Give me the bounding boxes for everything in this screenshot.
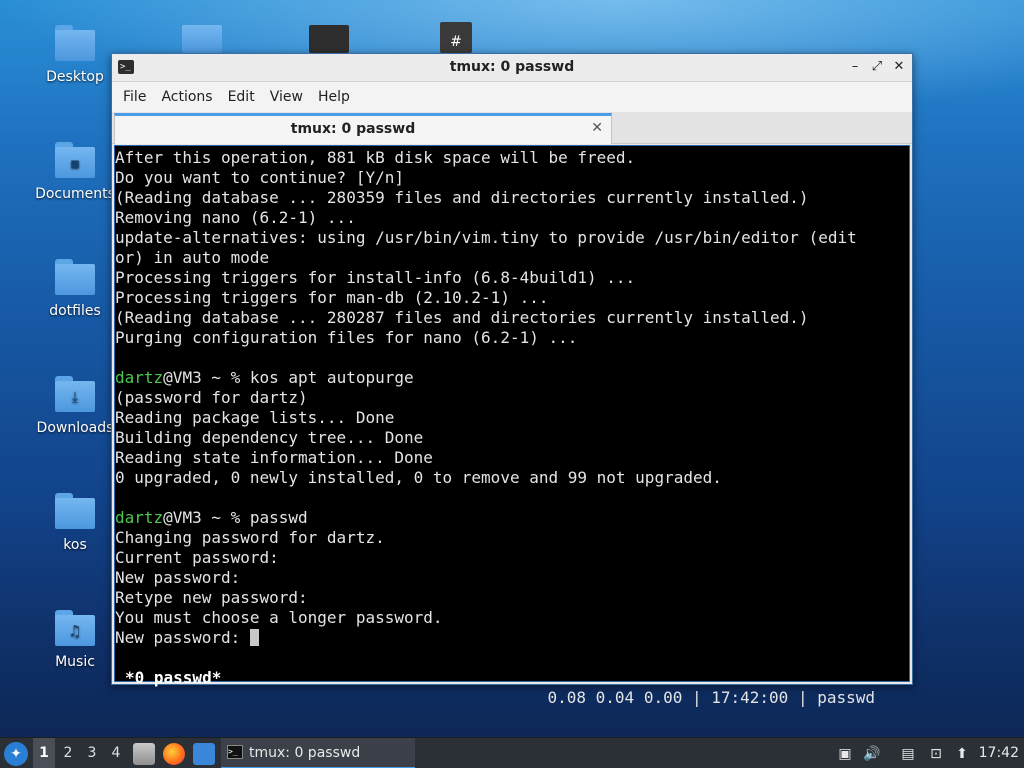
terminal-line: You must choose a longer password. [115,608,443,627]
terminal-line: Do you want to continue? [Y/n] [115,168,404,187]
prompt-user: dartz [115,508,164,527]
desktop-icon-terminal-partial[interactable] [309,25,349,53]
tab-close-icon[interactable]: ✕ [591,120,603,136]
terminal-line: Removing nano (6.2-1) ... [115,208,356,227]
desktop-icon-label: Desktop [46,69,104,85]
tab-label: tmux: 0 passwd [290,121,416,137]
terminal-prompt-line: dartz@VM3 ~ % passwd [115,508,857,528]
menubar: File Actions Edit View Help [112,82,912,112]
task-label: tmux: 0 passwd [249,745,361,761]
menu-view[interactable]: View [263,89,310,105]
terminal-line: Building dependency tree... Done [115,428,424,447]
prompt-command: @VM3 ~ % passwd [163,508,308,527]
menu-actions[interactable]: Actions [154,89,219,105]
folder-downloads-icon: ⤓ [55,376,95,412]
terminal-line: Processing triggers for man-db (2.10.2-1… [115,288,549,307]
desktop-icon-label: dotfiles [49,303,101,319]
terminal-line: After this operation, 881 kB disk space … [115,148,636,167]
folder-icon [55,493,95,529]
workspace-3[interactable]: 3 [81,738,103,768]
tab-bar: tmux: 0 passwd ✕ [112,112,912,144]
desktop-icon-pictures-partial[interactable] [182,25,222,53]
window-titlebar[interactable]: >_ tmux: 0 passwd – ⤢ ✕ [112,54,912,82]
updates-icon[interactable]: ⬆ [952,744,972,764]
clipboard-tray-icon[interactable]: ▣ [835,744,855,764]
terminal-line: update-alternatives: using /usr/bin/vim.… [115,228,857,247]
prompt-user: dartz [115,368,164,387]
menu-help[interactable]: Help [311,89,357,105]
file-manager-icon[interactable] [133,743,155,765]
terminal-task-icon: >_ [227,745,243,759]
desktop-icon-downloads[interactable]: ⤓ Downloads [30,376,120,436]
terminal-line: Reading state information... Done [115,448,433,467]
prompt-command: @VM3 ~ % kos apt autopurge [163,368,414,387]
terminal-line: (Reading database ... 280359 files and d… [115,188,809,207]
terminal-line: (Reading database ... 280287 files and d… [115,308,809,327]
desktop-icon-label: Music [55,654,95,670]
desktop-icon-label: Downloads [36,420,114,436]
workspace-1[interactable]: 1 [33,738,55,768]
firefox-icon[interactable] [163,743,185,765]
maximize-button[interactable]: ⤢ [868,58,886,76]
volume-icon[interactable]: 🔊 [862,744,882,764]
terminal-prompt-line: dartz@VM3 ~ % kos apt autopurge [115,368,857,388]
workspace-4[interactable]: 4 [105,738,127,768]
terminal-line: Processing triggers for install-info (6.… [115,268,636,287]
window-title: tmux: 0 passwd [449,59,575,75]
clock[interactable]: 17:42 [979,745,1019,761]
desktop-icon-label: Documents [35,186,115,202]
terminal-input-line[interactable]: New password: [115,628,857,648]
minimize-button[interactable]: – [846,58,864,76]
password-prompt: New password: [115,628,250,647]
desktop-icon-kos[interactable]: kos [30,493,120,553]
close-button[interactable]: ✕ [890,58,908,76]
tmux-status-info: 0.08 0.04 0.00 | 17:42:00 | passwd [547,688,875,707]
terminal-line: Current password: [115,548,279,567]
notes-icon[interactable]: ▤ [898,744,918,764]
desktop-icon-documents[interactable]: ▪ Documents [30,142,120,202]
folder-music-icon: ♫ [55,610,95,646]
terminal-output: After this operation, 881 kB disk space … [115,148,857,648]
desktop-icon-dotfiles[interactable]: dotfiles [30,259,120,319]
terminal-line: or) in auto mode [115,248,270,267]
terminal-line: Retype new password: [115,588,308,607]
start-menu-icon[interactable]: ✦ [4,742,28,766]
tmux-status-bar: *0 passwd* 0.08 0.04 0.00 | 17:42:00 | p… [115,648,911,707]
desktop-icon-desktop[interactable]: Desktop [30,25,120,85]
desktop-icon-file-partial[interactable]: # [440,22,472,53]
folder-icon [55,259,95,295]
tmux-window-name[interactable]: *0 passwd* [125,668,221,688]
terminal-area[interactable]: After this operation, 881 kB disk space … [114,145,911,707]
show-desktop-icon[interactable] [193,743,215,765]
tab-tmux[interactable]: tmux: 0 passwd ✕ [114,113,612,144]
menu-file[interactable]: File [116,89,153,105]
terminal-line: Reading package lists... Done [115,408,395,427]
menu-edit[interactable]: Edit [221,89,262,105]
taskbar: ✦ 1 2 3 4 >_ tmux: 0 passwd ▣ 🔊 ▤ ⊡ ⬆ 17… [0,737,1024,768]
terminal-line: New password: [115,568,241,587]
terminal-window: >_ tmux: 0 passwd – ⤢ ✕ File Actions Edi… [111,53,913,707]
terminal-line: Purging configuration files for nano (6.… [115,328,578,347]
terminal-line: 0 upgraded, 0 newly installed, 0 to remo… [115,468,722,487]
folder-documents-icon: ▪ [55,142,95,178]
desktop-icon-label: kos [63,537,87,553]
folder-icon [55,25,95,61]
terminal-line: (password for dartz) [115,388,308,407]
taskbar-task-tmux[interactable]: >_ tmux: 0 passwd [221,738,415,768]
terminal-line: Changing password for dartz. [115,528,385,547]
workspace-2[interactable]: 2 [57,738,79,768]
network-icon[interactable]: ⊡ [926,744,946,764]
text-cursor [249,629,259,646]
desktop-icon-music[interactable]: ♫ Music [30,610,120,670]
